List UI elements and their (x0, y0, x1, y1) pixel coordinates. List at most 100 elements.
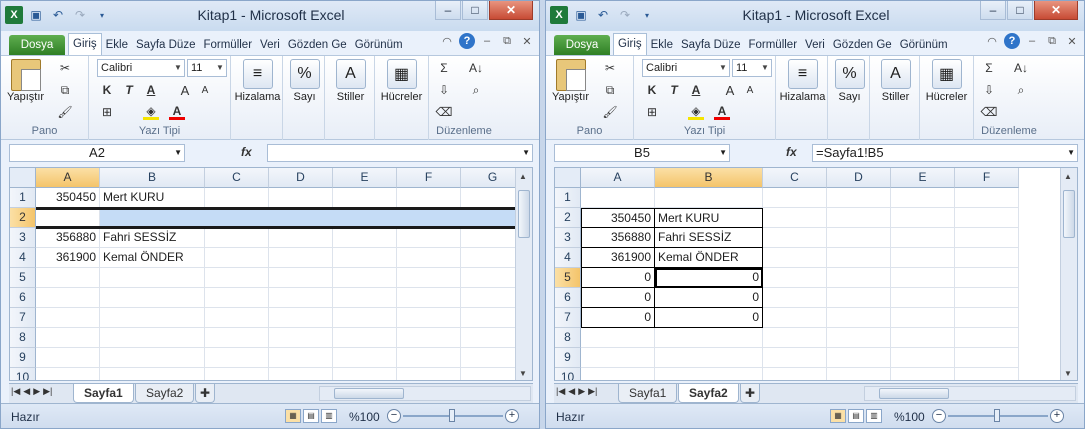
cell-E1[interactable] (333, 188, 397, 208)
cell-E5[interactable] (333, 268, 397, 288)
cell-D3[interactable] (269, 228, 333, 248)
excel-icon[interactable]: X (550, 6, 568, 24)
cell-C6[interactable] (763, 288, 827, 308)
expand-formula-icon[interactable]: ▼ (1067, 145, 1075, 161)
find-icon[interactable]: ⌕ (1010, 82, 1032, 98)
first-sheet-icon[interactable]: |◀ (556, 386, 565, 397)
vertical-scrollbar[interactable]: ▲ ▼ (1060, 168, 1077, 380)
horizontal-scrollbar[interactable] (864, 386, 1076, 401)
cell-D5[interactable] (827, 268, 891, 288)
cell-C7[interactable] (763, 308, 827, 328)
cell-F9[interactable] (955, 348, 1019, 368)
page-layout-view-icon[interactable]: ▤ (303, 409, 319, 423)
cell-E3[interactable] (891, 228, 955, 248)
chevron-down-icon[interactable]: ▼ (214, 60, 226, 76)
format-painter-icon[interactable]: 🖌 (602, 104, 618, 120)
copy-icon[interactable]: ⧉ (57, 82, 73, 98)
row-header-9[interactable]: 9 (555, 348, 581, 368)
number-button[interactable]: % Sayı (830, 59, 869, 103)
worksheet-grid[interactable]: A B C D E F G 1 2 3 4 5 6 7 8 9 10 350450 Mert KURU 356880 F… (9, 167, 533, 381)
help-icon[interactable]: ? (1004, 33, 1020, 49)
row-header-5[interactable]: 5 (555, 268, 581, 288)
tab-6[interactable]: Gözden Ge (284, 35, 351, 55)
borders-icon[interactable]: ⊞ (644, 104, 660, 120)
row-header-1[interactable]: 1 (10, 188, 36, 208)
sheet-tab-sayfa2[interactable]: Sayfa2 (678, 384, 739, 403)
tab-2[interactable]: Ekle (102, 35, 132, 55)
redo-icon[interactable]: ↷ (71, 6, 89, 24)
borders-icon[interactable]: ⊞ (99, 104, 115, 120)
font-name-box[interactable]: Calibri ▼ (642, 59, 730, 77)
cell-C9[interactable] (205, 348, 269, 368)
close-icon[interactable]: ✕ (519, 33, 535, 49)
undo-icon[interactable]: ↶ (594, 6, 612, 24)
cell-F8[interactable] (397, 328, 461, 348)
cell-D5[interactable] (269, 268, 333, 288)
cell-A5[interactable] (36, 268, 100, 288)
cell-E9[interactable] (891, 348, 955, 368)
fill-color-icon[interactable]: ◈ (143, 104, 159, 120)
last-sheet-icon[interactable]: ▶| (588, 386, 597, 397)
cell-D3[interactable] (827, 228, 891, 248)
tab-6[interactable]: Gözden Ge (829, 35, 896, 55)
chevron-down-icon[interactable]: ▼ (759, 60, 771, 76)
row-header-2[interactable]: 2 (10, 208, 36, 228)
cell-D8[interactable] (827, 328, 891, 348)
formula-input[interactable]: =Sayfa1!B5 ▼ (812, 144, 1078, 162)
clear-icon[interactable]: ⌫ (978, 104, 1000, 120)
prev-sheet-icon[interactable]: ◀ (568, 386, 575, 397)
excel-icon[interactable]: X (5, 6, 23, 24)
row-header-4[interactable]: 4 (555, 248, 581, 268)
row-header-7[interactable]: 7 (10, 308, 36, 328)
row-header-10[interactable]: 10 (555, 368, 581, 380)
cell-F5[interactable] (397, 268, 461, 288)
fill-color-icon[interactable]: ◈ (688, 104, 704, 120)
tab-0[interactable]: Dosya (9, 35, 65, 55)
cell-C6[interactable] (205, 288, 269, 308)
cell-B3[interactable]: Fahri SESSİZ (655, 228, 763, 248)
column-header-F[interactable]: F (955, 168, 1019, 188)
cell-D9[interactable] (269, 348, 333, 368)
tab-1[interactable]: Giriş (68, 33, 102, 55)
tab-5[interactable]: Veri (801, 35, 829, 55)
cell-C4[interactable] (763, 248, 827, 268)
close-icon[interactable]: ✕ (489, 1, 533, 20)
restore-icon[interactable]: ⧉ (1044, 33, 1060, 49)
cell-E8[interactable] (333, 328, 397, 348)
column-header-D[interactable]: D (827, 168, 891, 188)
italic-icon[interactable]: T (121, 82, 137, 98)
select-all-corner[interactable] (555, 168, 581, 188)
minimize-icon[interactable]: – (479, 33, 495, 49)
horizontal-scroll-thumb[interactable] (879, 388, 949, 399)
tab-4[interactable]: Formüller (199, 35, 256, 55)
cell-D4[interactable] (827, 248, 891, 268)
column-header-F[interactable]: F (397, 168, 461, 188)
column-header-B[interactable]: B (100, 168, 205, 188)
next-sheet-icon[interactable]: ▶ (578, 386, 585, 397)
format-painter-icon[interactable]: 🖌 (57, 104, 73, 120)
cell-F1[interactable] (397, 188, 461, 208)
row-header-6[interactable]: 6 (555, 288, 581, 308)
row-header-7[interactable]: 7 (555, 308, 581, 328)
formula-input[interactable]: ▼ (267, 144, 533, 162)
scroll-up-icon[interactable]: ▲ (519, 172, 527, 181)
cell-F10[interactable] (397, 368, 461, 380)
font-color-icon[interactable]: A (169, 104, 185, 120)
row-header-10[interactable]: 10 (10, 368, 36, 380)
insert-sheet-icon[interactable]: ✚ (740, 384, 761, 403)
cell-D7[interactable] (827, 308, 891, 328)
cell-D1[interactable] (269, 188, 333, 208)
cell-A6[interactable]: 0 (581, 288, 655, 308)
cell-E10[interactable] (333, 368, 397, 380)
restore-icon[interactable]: ⧉ (499, 33, 515, 49)
cell-F3[interactable] (397, 228, 461, 248)
font-name-box[interactable]: Calibri ▼ (97, 59, 185, 77)
find-icon[interactable]: ⌕ (465, 82, 487, 98)
cell-A2[interactable]: 350450 (581, 208, 655, 228)
cell-B7[interactable] (100, 308, 205, 328)
cell-C5[interactable] (205, 268, 269, 288)
close-icon[interactable]: ✕ (1064, 33, 1080, 49)
tab-2[interactable]: Ekle (647, 35, 677, 55)
column-header-A[interactable]: A (36, 168, 100, 188)
cell-E2[interactable] (891, 208, 955, 228)
